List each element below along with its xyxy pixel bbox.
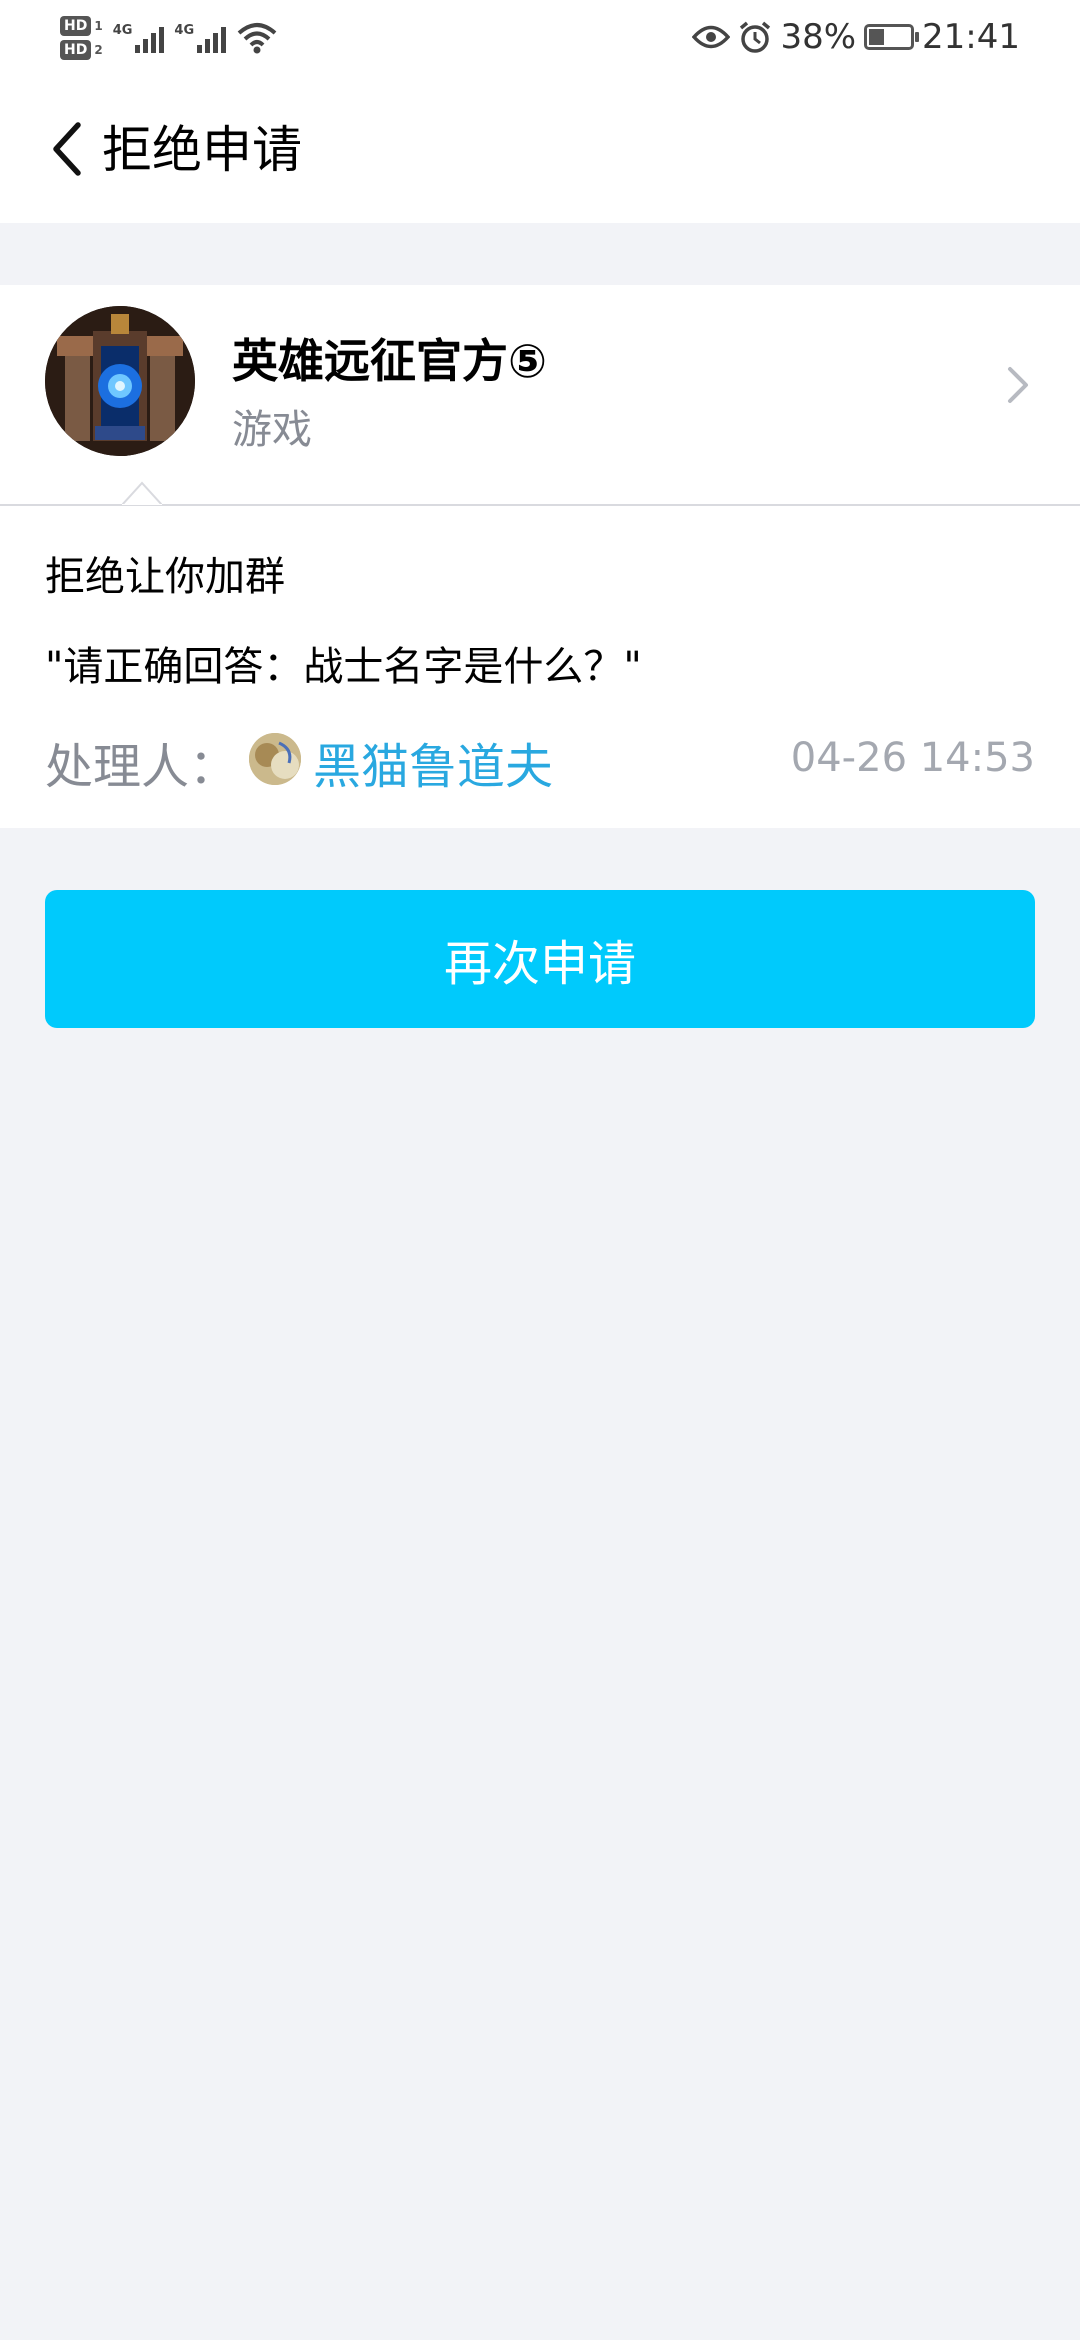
battery-icon [864,24,920,50]
network-type-1: 4G [112,23,133,38]
network-type-2: 4G [174,23,195,38]
status-right: 38% 21:41 [692,12,1020,62]
eye-icon [692,25,731,49]
rejection-text: 拒绝让你加群 [45,554,285,600]
battery-percent: 38% [780,17,857,57]
rejection-message: 拒绝让你加群 "请正确回答：战士名字是什么？" 处理人： 黑猫鲁道夫 04-26… [0,506,1080,828]
group-name: 英雄远征官方⑤ [232,334,547,388]
hd-icon: HD 1 HD 2 [60,16,103,60]
chevron-right-icon [1008,367,1028,403]
alarm-icon [740,21,771,53]
reapply-button[interactable]: 再次申请 [45,890,1035,1028]
handler-name-link[interactable]: 黑猫鲁道夫 [313,727,553,797]
status-left: HD 1 HD 2 4G 4G [60,8,278,68]
rejection-reason: "请正确回答：战士名字是什么？" [45,644,642,690]
page-title: 拒绝申请 [102,121,302,179]
nav-bar: 拒绝申请 [0,75,1080,223]
handler-row: 处理人： 黑猫鲁道夫 04-26 14:53 [45,721,1035,795]
handled-timestamp: 04-26 14:53 [790,735,1035,781]
back-button[interactable] [36,113,96,185]
card-pointer [122,481,162,505]
signal-icon: 4G [113,23,165,53]
clock: 21:41 [922,17,1020,57]
wifi-icon [237,23,277,54]
chevron-left-icon [53,122,81,176]
handler-avatar[interactable] [249,733,301,785]
group-category: 游戏 [232,407,312,453]
status-bar: HD 1 HD 2 4G 4G 38% 21:41 [0,0,1080,75]
group-avatar [45,306,195,456]
handler-label: 处理人： [45,739,238,795]
signal-icon-2: 4G [174,23,227,53]
group-card[interactable]: 英雄远征官方⑤ 游戏 [0,285,1080,506]
